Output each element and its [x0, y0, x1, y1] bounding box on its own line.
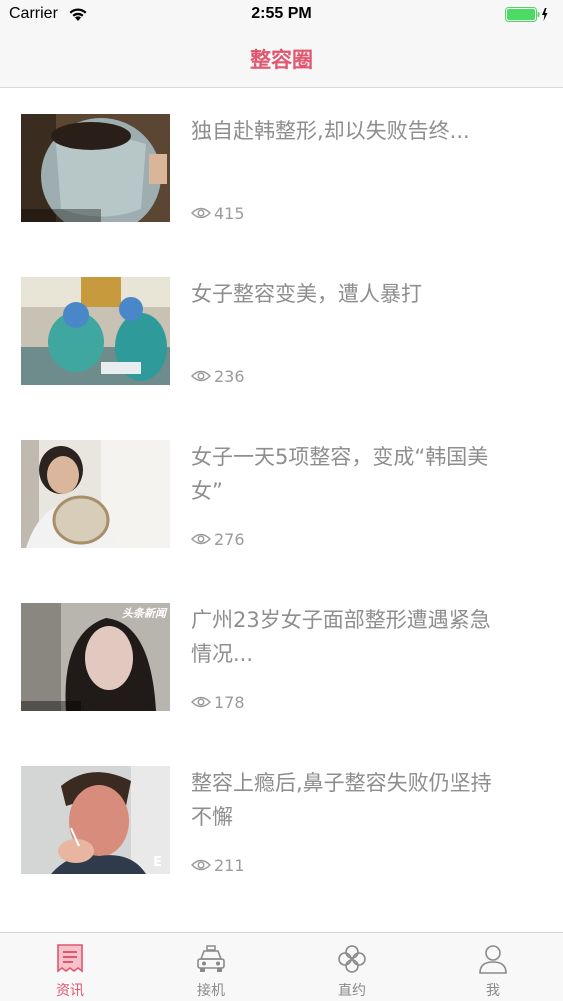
news-thumbnail[interactable] — [21, 277, 170, 385]
view-count: 178 — [191, 691, 245, 713]
view-count-value: 211 — [214, 855, 245, 875]
view-count-value: 276 — [214, 529, 245, 549]
page-title: 整容圈 — [250, 48, 313, 72]
news-title[interactable]: 女子整容变美，遭人暴打 — [191, 277, 511, 311]
eye-icon — [191, 695, 211, 709]
news-item[interactable]: E 整容上瘾后,鼻子整容失败仍坚持不懈 211 — [0, 740, 563, 903]
news-title[interactable]: 女子一天5项整容，变成“韩国美女” — [191, 440, 511, 508]
tab-label: 直约 — [338, 983, 366, 999]
eye-icon — [191, 858, 211, 872]
news-item[interactable]: 独自赴韩整形,却以失败告终... 415 — [0, 88, 563, 251]
tab-pickup[interactable]: 接机 — [141, 933, 281, 1001]
tab-direct-booking[interactable]: 直约 — [282, 933, 422, 1001]
clock: 2:55 PM — [251, 5, 312, 22]
news-item[interactable]: 女子一天5项整容，变成“韩国美女” 276 — [0, 414, 563, 577]
news-item[interactable]: 女子整容变美，遭人暴打 236 — [0, 251, 563, 414]
tab-me[interactable]: 我 — [423, 933, 563, 1001]
status-bar: Carrier 2:55 PM — [0, 0, 563, 30]
news-item[interactable]: 头条新闻 广州23岁女子面部整形遭遇紧急情况... 178 — [0, 577, 563, 740]
view-count: 276 — [191, 528, 245, 550]
tab-bar: 资讯 接机 直约 我 — [0, 932, 563, 1001]
car-icon — [195, 943, 227, 975]
view-count: 211 — [191, 854, 245, 876]
eye-icon — [191, 369, 211, 383]
news-icon — [54, 943, 86, 975]
eye-icon — [191, 206, 211, 220]
tab-label: 资讯 — [56, 983, 84, 999]
news-title[interactable]: 整容上瘾后,鼻子整容失败仍坚持不懈 — [191, 766, 511, 834]
thumbnail-watermark: E — [153, 855, 162, 870]
thumbnail-watermark: 头条新闻 — [122, 607, 166, 620]
view-count-value: 415 — [214, 203, 245, 223]
battery-icon — [505, 7, 549, 27]
clover-icon — [336, 943, 368, 975]
tab-news[interactable]: 资讯 — [0, 933, 140, 1001]
news-thumbnail[interactable] — [21, 114, 170, 222]
nav-bar: 整容圈 — [0, 30, 563, 88]
tab-label: 我 — [486, 983, 500, 999]
news-title[interactable]: 广州23岁女子面部整形遭遇紧急情况... — [191, 603, 511, 671]
view-count-value: 236 — [214, 366, 245, 386]
news-title[interactable]: 独自赴韩整形,却以失败告终... — [191, 114, 511, 148]
eye-icon — [191, 532, 211, 546]
news-thumbnail[interactable]: 头条新闻 — [21, 603, 170, 711]
news-thumbnail[interactable]: E — [21, 766, 170, 874]
view-count: 236 — [191, 365, 245, 387]
news-thumbnail[interactable] — [21, 440, 170, 548]
view-count-value: 178 — [214, 692, 245, 712]
person-icon — [477, 943, 509, 975]
tab-label: 接机 — [197, 983, 225, 999]
view-count: 415 — [191, 202, 245, 224]
